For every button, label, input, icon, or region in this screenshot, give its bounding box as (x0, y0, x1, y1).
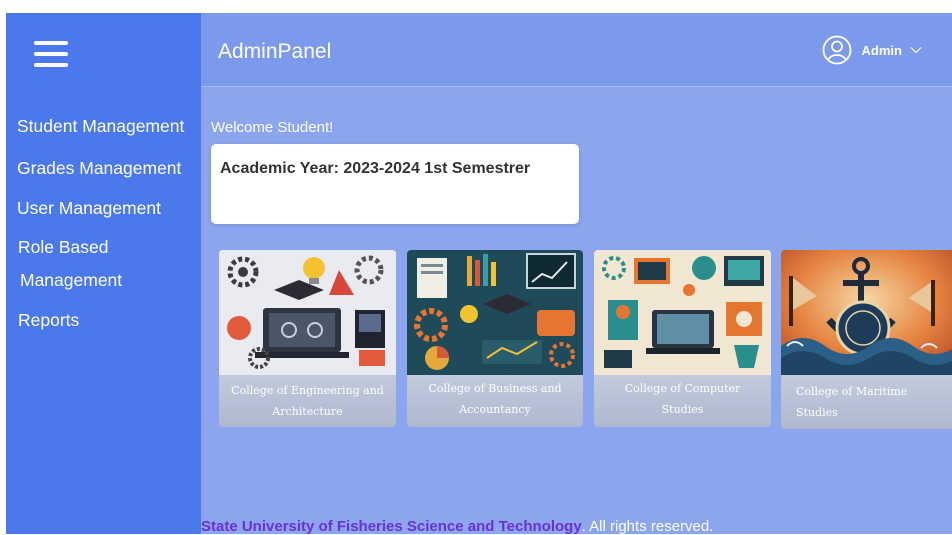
sidebar-item-grades-management[interactable]: Grades Management (17, 158, 181, 179)
footer-org-link[interactable]: State University of Fisheries Science an… (201, 518, 582, 535)
computer-studies-illustration (594, 250, 771, 375)
academic-year-text: Academic Year: 2023-2024 1st Semestrer (220, 160, 531, 177)
user-avatar-icon (822, 35, 851, 65)
sidebar: Student Management Grades Management Use… (6, 13, 201, 534)
main-content: AdminPanel Admin Welcome Student! Academ… (201, 13, 952, 534)
user-name: Admin (861, 42, 902, 58)
sidebar-item-user-management[interactable]: User Management (17, 198, 161, 219)
maritime-illustration (781, 250, 952, 375)
sidebar-item-role-based-line2[interactable]: Management (20, 270, 122, 291)
college-name-engineering: College of Engineering and Architecture (231, 384, 384, 418)
app-title: AdminPanel (218, 40, 332, 63)
user-menu[interactable]: Admin (822, 34, 922, 66)
sidebar-item-student-management[interactable]: Student Management (17, 116, 184, 137)
college-name-business: College of Business and Accountancy (428, 382, 562, 416)
college-card-engineering[interactable]: College of Engineering and Architecture (219, 250, 396, 427)
college-name-computer-studies: College of Computer Studies (624, 382, 741, 416)
chevron-down-icon (910, 47, 922, 54)
hamburger-icon[interactable] (34, 41, 68, 67)
college-card-business[interactable]: College of Business and Accountancy (407, 250, 583, 427)
top-header: AdminPanel Admin (201, 13, 952, 87)
college-card-maritime[interactable]: College of Maritime Studies (781, 250, 952, 429)
academic-year-card: Academic Year: 2023-2024 1st Semestrer (211, 144, 579, 224)
college-name-maritime: College of Maritime Studies (796, 385, 908, 419)
college-card-computer-studies[interactable]: College of Computer Studies (594, 250, 771, 427)
footer: State University of Fisheries Science an… (201, 518, 713, 535)
sidebar-item-role-based[interactable]: Role Based (18, 237, 108, 258)
engineering-illustration (219, 250, 396, 375)
sidebar-item-reports[interactable]: Reports (18, 310, 79, 331)
welcome-message: Welcome Student! (211, 119, 334, 136)
business-illustration (407, 250, 583, 375)
footer-rights: . All rights reserved. (581, 518, 714, 535)
